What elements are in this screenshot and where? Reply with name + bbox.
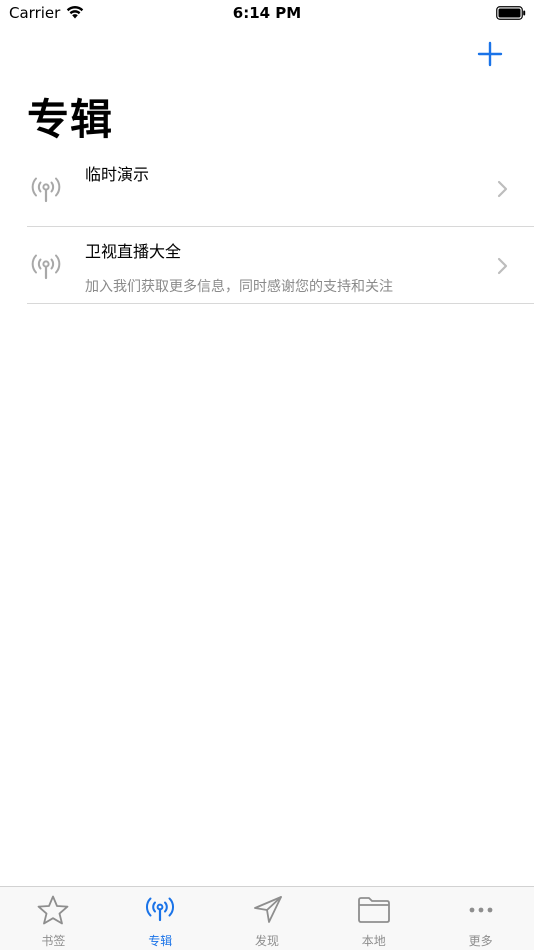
tab-bar: 书签 专辑 发现 本地 更多	[0, 886, 534, 950]
chevron-right-icon	[497, 257, 508, 275]
tab-label: 专辑	[148, 934, 173, 948]
list-item[interactable]: 临时演示	[0, 150, 534, 227]
paper-plane-icon	[254, 896, 282, 923]
antenna-icon	[146, 897, 175, 922]
star-icon	[37, 895, 69, 925]
page-title: 专辑	[27, 95, 114, 144]
tab-more[interactable]: 更多	[427, 887, 534, 950]
album-list: 临时演示 卫视直播大全 加入我们获取更多信息，同时感谢您的支持和关注	[0, 150, 534, 304]
tab-bookmarks[interactable]: 书签	[0, 887, 107, 950]
list-item[interactable]: 卫视直播大全 加入我们获取更多信息，同时感谢您的支持和关注	[0, 227, 534, 304]
antenna-icon	[31, 254, 61, 280]
tab-label: 本地	[361, 934, 386, 948]
add-button[interactable]	[476, 40, 504, 68]
tab-label: 更多	[468, 934, 493, 948]
tab-albums[interactable]: 专辑	[107, 887, 214, 950]
tab-local[interactable]: 本地	[320, 887, 427, 950]
status-bar: Carrier 6:14 PM	[0, 0, 534, 28]
tab-discover[interactable]: 发现	[214, 887, 321, 950]
list-item-title: 卫视直播大全	[85, 242, 182, 261]
battery-icon	[496, 6, 526, 20]
ellipsis-icon	[469, 907, 492, 913]
antenna-icon	[31, 177, 61, 203]
chevron-right-icon	[497, 180, 508, 198]
list-item-subtitle: 加入我们获取更多信息，同时感谢您的支持和关注	[85, 279, 393, 295]
status-time: 6:14 PM	[232, 4, 302, 22]
tab-label: 书签	[41, 934, 66, 948]
divider	[27, 303, 534, 304]
folder-icon	[357, 897, 390, 923]
list-item-title: 临时演示	[85, 165, 150, 184]
tab-label: 发现	[254, 934, 279, 948]
